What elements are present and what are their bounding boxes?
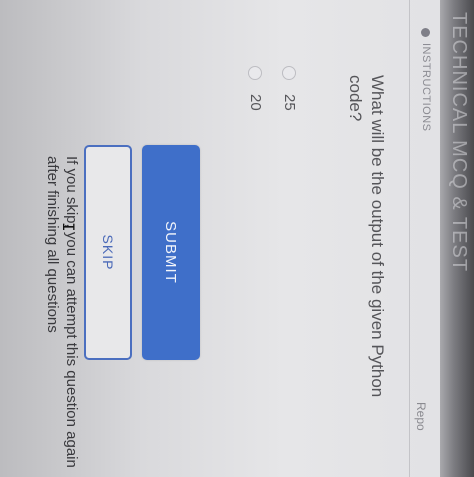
submit-button[interactable]: SUBMIT <box>142 145 200 360</box>
skip-note: If you skip, you can attempt this questi… <box>44 156 80 468</box>
option-label: 25 <box>281 94 298 111</box>
report-link[interactable]: Repo <box>414 402 428 431</box>
question-text: What will be the output of the given Pyt… <box>346 75 387 398</box>
text-cursor-icon: I <box>59 222 78 232</box>
option-25[interactable]: 25 <box>281 66 298 111</box>
header-bar: TECHNICAL MCQ & TEST <box>440 0 474 477</box>
divider <box>409 0 410 477</box>
instructions-label: INSTRUCTIONS <box>420 43 432 132</box>
info-dot-icon <box>421 28 431 37</box>
skip-button[interactable]: SKIP <box>84 145 132 360</box>
instructions-link[interactable]: INSTRUCTIONS <box>420 28 432 132</box>
option-label: 20 <box>247 94 264 111</box>
test-page: TECHNICAL MCQ & TEST INSTRUCTIONS Repo W… <box>0 0 474 477</box>
option-20[interactable]: 20 <box>247 66 264 111</box>
radio-icon[interactable] <box>248 66 263 80</box>
radio-icon[interactable] <box>282 66 297 80</box>
test-title: TECHNICAL MCQ & TEST <box>448 12 470 273</box>
photographed-screen: TECHNICAL MCQ & TEST INSTRUCTIONS Repo W… <box>0 0 474 477</box>
